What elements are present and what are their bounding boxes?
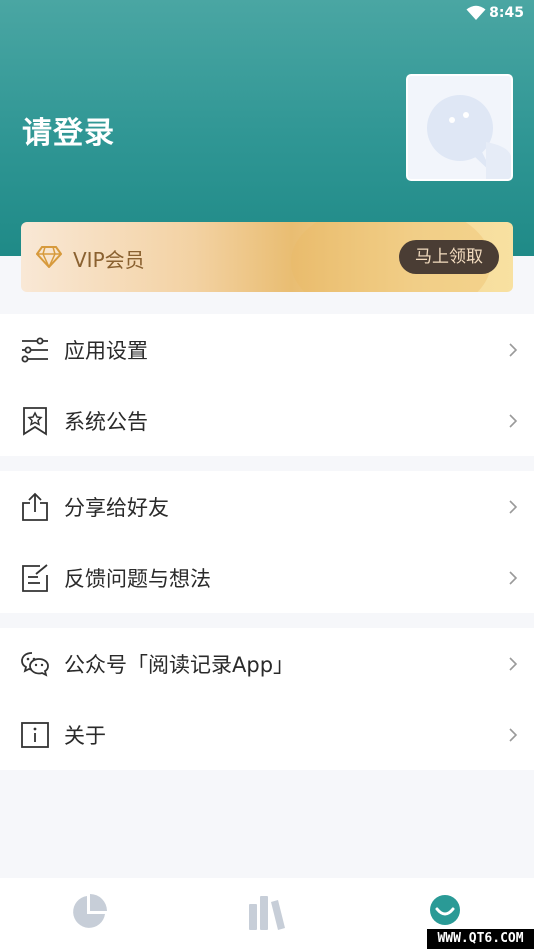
- chevron-right-icon: [509, 571, 518, 585]
- wechat-icon: [21, 652, 49, 677]
- status-bar: 8:45: [0, 0, 534, 30]
- claim-now-button[interactable]: 马上领取: [399, 240, 499, 274]
- chevron-right-icon: [509, 343, 518, 357]
- menu-item-label: 分享给好友: [64, 496, 169, 520]
- feedback-edit-icon: [22, 564, 48, 592]
- chevron-right-icon: [509, 500, 518, 514]
- menu-group-settings: 应用设置 系统公告: [0, 314, 534, 456]
- info-icon: [21, 722, 49, 748]
- sliders-icon: [21, 337, 48, 363]
- avatar[interactable]: [406, 74, 513, 181]
- chevron-right-icon: [509, 657, 518, 671]
- site-watermark: WWW.QT6.COM: [427, 929, 534, 949]
- profile-header: 8:45 请登录: [0, 0, 534, 256]
- profile-screen: 8:45 请登录 VIP会员 马上领取 应用设置 系统公告 分享给好友 反馈问题…: [0, 0, 534, 949]
- menu-group-feedback: 分享给好友 反馈问题与想法: [0, 471, 534, 613]
- status-time: 8:45: [489, 5, 524, 21]
- menu-group-about: 公众号「阅读记录App」 关于: [0, 628, 534, 770]
- menu-item-announcements[interactable]: 系统公告: [0, 385, 534, 456]
- menu-item-feedback[interactable]: 反馈问题与想法: [0, 542, 534, 613]
- diamond-icon: [36, 246, 62, 268]
- chat-bubble-avatar-icon: [427, 95, 511, 179]
- pie-chart-icon[interactable]: [69, 892, 109, 932]
- login-prompt[interactable]: 请登录: [22, 108, 115, 152]
- menu-item-share[interactable]: 分享给好友: [0, 471, 534, 542]
- menu-item-label: 应用设置: [64, 339, 148, 363]
- chevron-right-icon: [509, 414, 518, 428]
- profile-icon[interactable]: [425, 892, 465, 932]
- share-icon: [22, 492, 48, 521]
- vip-label: VIP会员: [73, 248, 145, 272]
- bookmark-star-icon: [23, 407, 47, 436]
- menu-item-label: 反馈问题与想法: [64, 567, 211, 591]
- menu-item-label: 关于: [64, 724, 106, 748]
- menu-item-label: 公众号「阅读记录App」: [64, 653, 295, 677]
- menu-item-label: 系统公告: [64, 410, 148, 434]
- wifi-icon: [466, 5, 486, 20]
- books-icon[interactable]: [246, 892, 286, 932]
- menu-item-app-settings[interactable]: 应用设置: [0, 314, 534, 385]
- vip-banner[interactable]: VIP会员 马上领取: [21, 222, 513, 292]
- menu-item-about[interactable]: 关于: [0, 699, 534, 770]
- chevron-right-icon: [509, 728, 518, 742]
- menu-item-wechat-official[interactable]: 公众号「阅读记录App」: [0, 628, 534, 699]
